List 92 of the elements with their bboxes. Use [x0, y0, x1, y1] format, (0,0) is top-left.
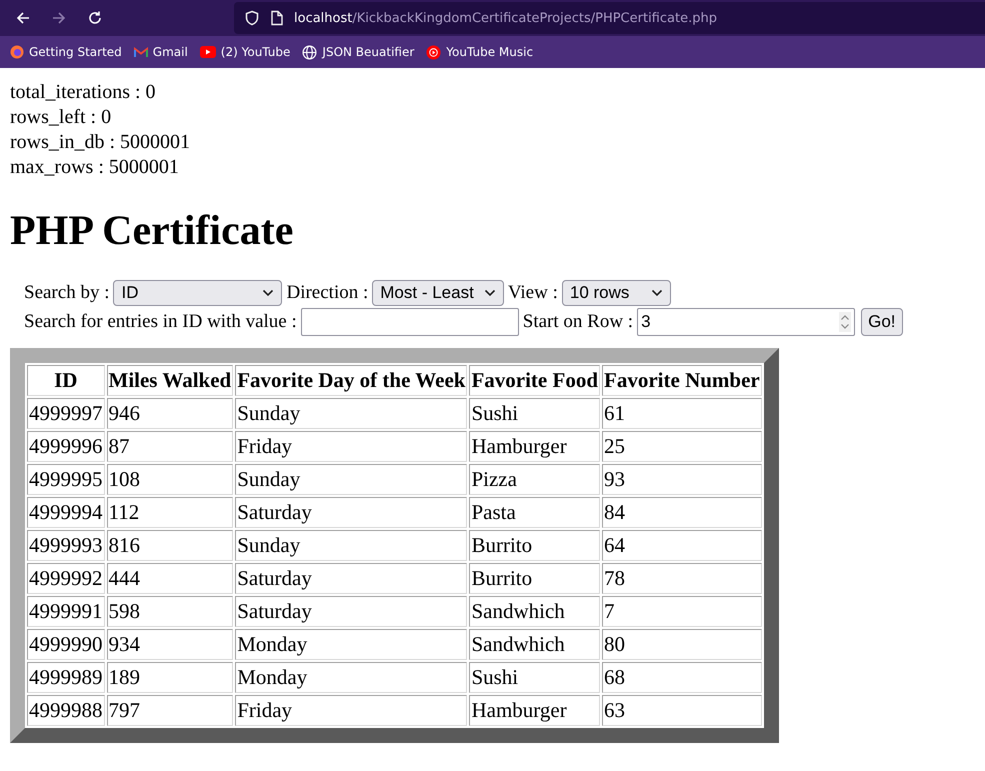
stat-line: rows_in_db : 5000001 [10, 130, 191, 155]
field-label: Direction : [286, 282, 368, 304]
table-cell: 80 [602, 629, 762, 660]
table-cell: 4999992 [27, 563, 104, 594]
forward-arrow-icon [51, 10, 67, 26]
table-cell: Pizza [469, 464, 600, 496]
table-cell: Hamburger [469, 695, 600, 726]
chevron-down-icon [484, 288, 496, 297]
bookmark-link[interactable]: YouTube Music [426, 44, 534, 60]
table-cell: 4999989 [27, 662, 104, 694]
search-by-dropdown[interactable]: ID [113, 280, 282, 306]
table-cell: 4999991 [27, 596, 104, 628]
stat-line: total_iterations : 0 [10, 80, 157, 105]
table-cell: 64 [602, 530, 762, 562]
page-heading: PHP Certificate [10, 208, 294, 254]
table-cell: Burrito [469, 563, 600, 594]
table-cell: Sunday [235, 398, 468, 430]
field-label: Start on Row : [522, 310, 634, 333]
table-cell: 63 [602, 695, 762, 726]
table-cell: 93 [602, 464, 762, 496]
column-header: Favorite Food [469, 365, 600, 396]
table-cell: 61 [602, 398, 762, 430]
table-cell: 25 [602, 431, 762, 462]
bookmark-link[interactable]: Getting Started [10, 45, 122, 59]
table-cell: 444 [106, 563, 234, 594]
stat-line: rows_left : 0 [10, 105, 112, 130]
table-cell: 108 [106, 464, 234, 496]
table-cell: 797 [106, 695, 234, 726]
field-label: Search for entries in ID with value : [24, 310, 297, 333]
table-cell: 816 [106, 530, 234, 562]
column-header: Miles Walked [106, 365, 234, 396]
page-icon [270, 10, 284, 26]
reload-icon [87, 10, 103, 26]
table-cell: 4999996 [27, 431, 104, 462]
stat-line: max_rows : 5000001 [10, 155, 180, 180]
bookmark-link[interactable]: JSON Beuatifier [302, 44, 414, 60]
table-cell: 946 [106, 398, 234, 430]
table-cell: Saturday [235, 497, 468, 528]
table-cell: Monday [235, 629, 468, 660]
column-header: Favorite Day of the Week [235, 365, 468, 396]
chevron-down-icon [650, 288, 663, 297]
start-row-input-field[interactable]: 3 [637, 308, 856, 336]
table-cell: Sandwhich [469, 596, 600, 628]
table-cell: 4999994 [27, 497, 104, 528]
chevron-down-icon [262, 288, 274, 297]
table-cell: 189 [106, 662, 234, 694]
table-cell: 87 [106, 431, 234, 462]
table-cell: Sushi [469, 662, 600, 694]
table-cell: Saturday [235, 563, 468, 594]
table-cell: Friday [235, 431, 468, 462]
direction-dropdown[interactable]: Most - Least [372, 280, 504, 306]
table-cell: 68 [602, 662, 762, 694]
table-cell: Pasta [469, 497, 600, 528]
field-label: View : [508, 282, 558, 304]
column-header: ID [27, 365, 104, 396]
table-cell: 78 [602, 563, 762, 594]
table-cell: Monday [235, 662, 468, 694]
mail-icon [134, 46, 148, 58]
table-cell: Sushi [469, 398, 600, 430]
table-cell: 598 [106, 596, 234, 628]
globe-icon [302, 44, 318, 60]
bookmark-link[interactable]: (2) YouTube [200, 45, 290, 59]
table-cell: 4999990 [27, 629, 104, 660]
shield-icon [244, 10, 260, 26]
table-cell: Saturday [235, 596, 468, 628]
play-icon [426, 44, 442, 60]
table-cell: 4999995 [27, 464, 104, 496]
table-cell: 4999993 [27, 530, 104, 562]
firefox-icon [10, 45, 24, 59]
table-cell: 112 [106, 497, 234, 528]
spinner-icon [839, 312, 852, 332]
value-input-field[interactable] [300, 308, 519, 336]
play-icon [200, 46, 216, 58]
table-cell: 7 [602, 596, 762, 628]
table-cell: Sunday [235, 530, 468, 562]
view-dropdown[interactable]: 10 rows [562, 280, 671, 306]
address-bar[interactable]: localhost/KickbackKingdomCertificateProjects/PHPCertificate.php [234, 2, 985, 34]
table-cell: Hamburger [469, 431, 600, 462]
table-cell: Sandwhich [469, 629, 600, 660]
field-label: Search by : [24, 282, 110, 304]
table-cell: Friday [235, 695, 468, 726]
table-cell: 4999997 [27, 398, 104, 430]
table-cell: 934 [106, 629, 234, 660]
table-cell: Sunday [235, 464, 468, 496]
table-cell: Burrito [469, 530, 600, 562]
back-arrow-icon [15, 10, 31, 26]
url-text: localhost/KickbackKingdomCertificateProjects/PHPCertificate.php [294, 10, 717, 26]
table-cell: 4999988 [27, 695, 104, 726]
column-header: Favorite Number [602, 365, 762, 396]
go-button[interactable]: Go! [861, 308, 902, 336]
bookmark-link[interactable]: Gmail [134, 45, 188, 59]
table-cell: 84 [602, 497, 762, 528]
